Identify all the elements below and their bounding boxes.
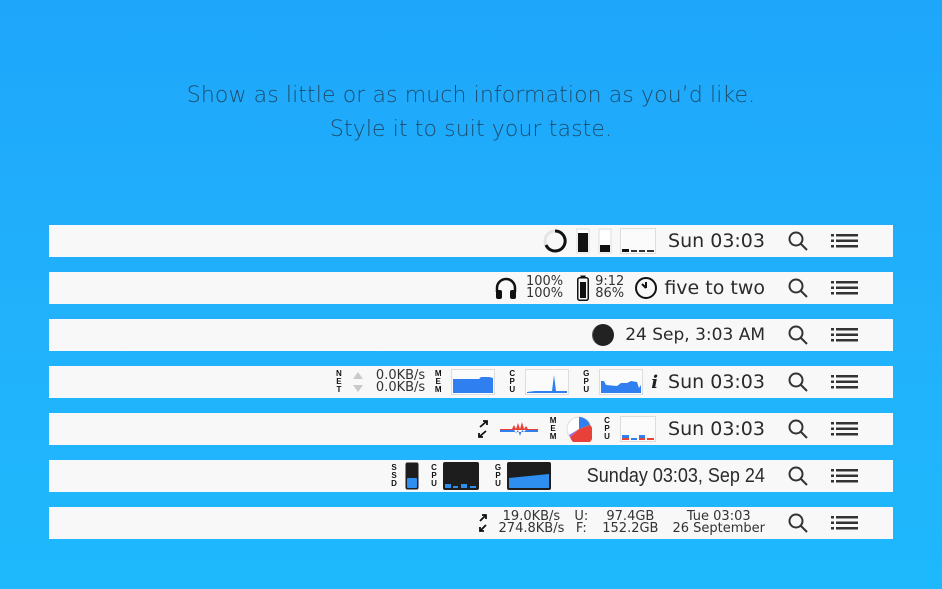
mem-label: MEM [434, 369, 442, 394]
clock[interactable]: Sun 03:03 [668, 371, 765, 393]
network-arrows-icon[interactable] [477, 513, 489, 533]
battery-percent: 86% [595, 286, 625, 301]
menubar-4: NET 0.0KB/s 0.0KB/s MEM CPU GPU i Sun 03… [49, 366, 893, 398]
ssd-label: SSD [391, 463, 397, 488]
battery-info: 9:12 86% [595, 275, 625, 301]
clock[interactable]: Sun 03:03 [668, 418, 765, 440]
battery-icon[interactable] [577, 275, 590, 301]
search-icon[interactable] [787, 512, 809, 534]
cpu-graph-dark-icon[interactable] [443, 462, 480, 490]
menubar-1: Sun 03:03 [49, 225, 893, 257]
menu-list-icon[interactable] [831, 468, 859, 484]
menu-list-icon[interactable] [831, 233, 859, 249]
headphones-right-percent: 100% [525, 286, 564, 301]
search-icon[interactable] [787, 465, 809, 487]
menu-list-icon[interactable] [831, 374, 859, 390]
network-activity-icon[interactable] [498, 417, 540, 441]
disk-labels: U: F: [574, 510, 588, 536]
menubar-5: MEM CPU Sun 03:03 [49, 413, 893, 445]
menubar-2: 100% 100% 9:12 86% five to two [49, 272, 893, 304]
net-speeds: 0.0KB/s 0.0KB/s [375, 369, 426, 395]
memory-graph-icon[interactable] [451, 369, 496, 395]
cpu-label: CPU [604, 416, 610, 441]
net-arrows-icon [352, 369, 364, 395]
disk-values: 97.4GB 152.2GB [602, 510, 659, 536]
menu-list-icon[interactable] [831, 515, 859, 531]
clock[interactable]: five to two [664, 277, 765, 299]
search-icon[interactable] [787, 230, 809, 252]
net-speeds: 19.0KB/s 274.8KB/s [498, 510, 565, 536]
gpu-graph-icon[interactable] [599, 369, 644, 395]
menu-list-icon[interactable] [831, 327, 859, 343]
cpu-label: CPU [431, 463, 437, 488]
cpu-history-icon[interactable] [620, 416, 657, 442]
search-icon[interactable] [787, 371, 809, 393]
net-download-speed: 0.0KB/s [375, 380, 426, 395]
gpu-label: GPU [494, 463, 502, 488]
menubar-7: 19.0KB/s 274.8KB/s U: F: 97.4GB 152.2GB … [49, 507, 893, 539]
search-icon[interactable] [787, 277, 809, 299]
disk-bar-icon[interactable] [598, 228, 612, 254]
net-download-speed: 274.8KB/s [498, 521, 565, 536]
clock[interactable]: Tue 03:03 26 September [672, 510, 765, 536]
moon-phase-icon[interactable] [591, 323, 615, 347]
disk-free: 152.2GB [602, 521, 659, 536]
clock[interactable]: Sun 03:03 [668, 230, 765, 252]
search-icon[interactable] [787, 418, 809, 440]
network-arrows-icon[interactable] [476, 419, 490, 439]
clock-face-icon[interactable] [634, 276, 658, 300]
net-label: NET [336, 369, 342, 394]
cpu-history-icon[interactable] [620, 228, 657, 254]
cpu-graph-icon[interactable] [525, 369, 570, 395]
disk-free-label: F: [575, 521, 587, 536]
info-icon[interactable]: i [651, 372, 658, 393]
ssd-bar-icon[interactable] [405, 462, 419, 490]
menubar-3: 24 Sep, 3:03 AM [49, 319, 893, 351]
clock[interactable]: 24 Sep, 3:03 AM [625, 325, 765, 345]
cpu-ring-icon[interactable] [542, 228, 568, 254]
search-icon[interactable] [787, 324, 809, 346]
menu-list-icon[interactable] [831, 280, 859, 296]
menubar-6: SSD CPU GPU Sunday 03:03, Sep 24 [49, 460, 893, 492]
clock-date: 26 September [672, 521, 765, 536]
memory-bar-icon[interactable] [576, 228, 590, 254]
cpu-label: CPU [509, 369, 516, 394]
clock[interactable]: Sunday 03:03, Sep 24 [587, 465, 765, 488]
memory-pie-icon[interactable] [566, 416, 593, 442]
mem-label: MEM [549, 416, 557, 441]
headline-line-1: Show as little or as much information as… [186, 83, 756, 108]
headline-line-2: Style it to suit your taste. [329, 117, 613, 142]
menu-list-icon[interactable] [831, 421, 859, 437]
headphones-icon[interactable] [494, 276, 518, 300]
gpu-label: GPU [583, 369, 590, 394]
gpu-graph-dark-icon[interactable] [507, 462, 552, 490]
headphones-battery: 100% 100% [525, 275, 564, 301]
